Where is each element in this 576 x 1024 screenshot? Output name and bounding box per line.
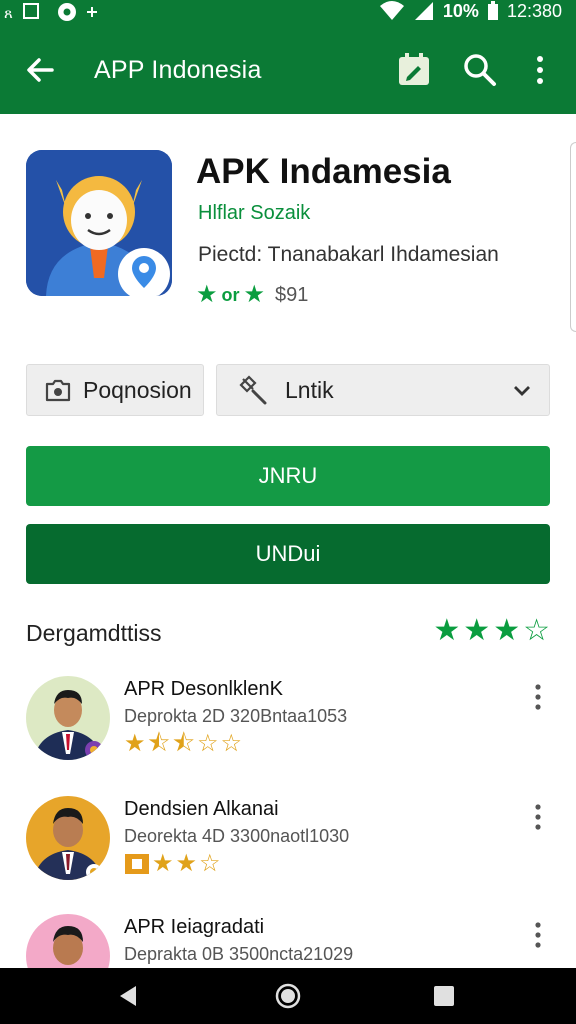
battery-level: 10% [442,0,479,21]
link-dropdown[interactable]: Lntik [216,364,550,416]
review-item[interactable]: APR DesonlklenK Deprokta 2D 320Bntaa1053… [0,676,576,786]
app-icon [26,150,172,296]
rating-separator: or [221,284,240,305]
app-bar-title: APP Indonesia [94,56,262,84]
star-outline-icon: ☆ [523,614,550,647]
system-nav-bar [0,968,576,1024]
back-arrow-icon[interactable] [22,52,58,88]
review-meta: Deprokta 2D 320Bntaa1053 [124,706,348,726]
star-half-icon: ⯪ [147,730,171,757]
mascot-logo-icon [26,150,172,296]
reviewer-name: APR Ieiagradati [124,916,265,938]
star-icon: ★ [124,730,146,757]
star-icon: ★ [196,281,218,308]
link-dropdown-label: Lntik [285,376,334,403]
star-icon: ★ [175,850,198,877]
more-vert-icon[interactable] [520,50,560,90]
star-outline-icon: ☆ [196,730,219,757]
reviewer-name: Dendsien Alkanai [124,798,279,820]
status-right-icons: 10% 12:380 [379,0,562,22]
wifi-icon [379,1,404,20]
top-app-bar: ጸ 10% 12:380 APP Indonesia [0,0,576,114]
review-item[interactable]: Dendsien Alkanai Deorekta 4D 3300naotl10… [0,796,576,906]
star-outline-icon: ☆ [220,730,243,757]
review-rating-stars: ★ ⯪ ⯪ ☆ ☆ [124,732,242,756]
app-price: $91 [275,283,309,306]
star-icon: ★ [243,281,266,308]
network-icon: ጸ [4,3,39,22]
star-icon: ★ [493,614,521,647]
status-bar: ጸ 10% 12:380 [0,0,576,24]
nav-home-icon[interactable] [274,982,302,1010]
star-outline-icon: ☆ [199,850,221,877]
badge-icon [125,854,149,874]
avatar [26,796,110,880]
scrollbar[interactable] [570,142,576,332]
more-vert-icon[interactable] [526,682,550,712]
app-name: APK Indamesia [196,152,451,191]
battery-icon [487,1,498,20]
star-icon: ★ [433,614,461,647]
app-developer-link[interactable]: Hlflar Sozaik [198,202,310,225]
star-icon: ★ [152,850,174,877]
app-rating: ★ or ★ $91 [196,283,308,307]
position-chip[interactable]: Poqnosion [26,364,204,416]
position-chip-label: Poqnosion [83,376,192,403]
status-left-icons: ጸ [4,1,98,23]
svg-text:ጸ: ጸ [4,4,13,22]
app-description: Piectd: Tnanabakarl Ihdamesian [198,243,499,266]
overall-rating-stars: ★ ★ ★ ☆ [433,616,550,646]
nav-back-icon[interactable] [114,982,142,1010]
review-meta: Deorekta 4D 3300naotl1030 [124,826,350,846]
camera-icon [45,379,71,402]
chevron-down-icon [514,386,530,396]
more-vert-icon[interactable] [526,802,550,832]
signal-icon [414,2,433,20]
tools-icon [239,375,267,405]
reviews-title: Dergamdttiss [26,620,162,646]
star-half-icon: ⯪ [172,730,195,757]
plus-icon [87,7,97,17]
download-button[interactable]: UNDui [26,524,550,584]
avatar [26,676,110,760]
nav-recents-icon[interactable] [430,982,458,1010]
review-rating-stars: ★ ★ ☆ [124,852,221,876]
review-meta: Deprakta 0B 3500ncta21029 [124,944,354,964]
status-time: 12:380 [506,0,562,21]
more-vert-icon[interactable] [526,920,550,950]
record-icon [58,3,76,21]
app-bar: APP Indonesia [0,30,576,110]
reviewer-name: APR DesonlklenK [124,678,283,700]
primary-action-button[interactable]: JNRU [26,446,550,506]
calendar-edit-icon[interactable] [394,50,434,90]
search-icon[interactable] [460,50,500,90]
star-icon: ★ [463,614,491,647]
